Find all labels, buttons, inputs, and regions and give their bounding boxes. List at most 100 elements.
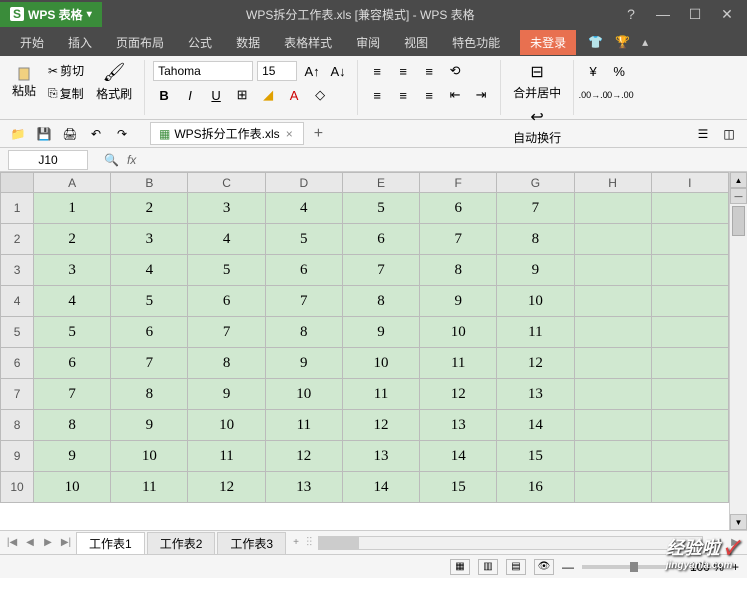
reading-view-button[interactable]: 👁 [534, 559, 554, 575]
cell[interactable] [574, 193, 651, 224]
horizontal-scrollbar[interactable] [318, 536, 703, 550]
cell[interactable]: 8 [265, 317, 342, 348]
sheet-tab-1[interactable]: 工作表1 [76, 532, 145, 554]
cell[interactable]: 9 [342, 317, 419, 348]
spreadsheet-grid[interactable]: A B C D E F G H I 1123456722345678334567… [0, 172, 729, 503]
cell[interactable]: 7 [497, 193, 574, 224]
cell[interactable] [574, 224, 651, 255]
row-header[interactable]: 9 [1, 441, 34, 472]
zoom-in-button[interactable]: + [732, 560, 739, 574]
last-sheet-button[interactable]: ▶| [58, 535, 74, 551]
cell[interactable] [651, 286, 728, 317]
login-button[interactable]: 未登录 [520, 30, 576, 55]
cell[interactable]: 8 [111, 379, 188, 410]
cell[interactable]: 9 [420, 286, 497, 317]
cell[interactable]: 11 [188, 441, 265, 472]
cell[interactable]: 7 [342, 255, 419, 286]
row-header[interactable]: 8 [1, 410, 34, 441]
fx-label[interactable]: fx [127, 153, 136, 167]
scroll-thumb[interactable] [732, 206, 745, 236]
print-button[interactable]: 🖨 [60, 124, 80, 144]
cell[interactable]: 7 [188, 317, 265, 348]
row-header[interactable]: 7 [1, 379, 34, 410]
bold-button[interactable]: B [153, 84, 175, 106]
cell[interactable]: 14 [497, 410, 574, 441]
zoom-level[interactable]: 100 % [690, 560, 724, 574]
cell[interactable]: 13 [342, 441, 419, 472]
menu-insert[interactable]: 插入 [56, 30, 104, 55]
scroll-down-button[interactable]: ▼ [730, 514, 747, 530]
col-header[interactable]: D [265, 173, 342, 193]
zoom-slider[interactable] [582, 565, 682, 569]
menu-features[interactable]: 特色功能 [440, 30, 512, 55]
cell[interactable] [574, 410, 651, 441]
normal-view-button[interactable]: ▦ [450, 559, 470, 575]
cell[interactable]: 13 [497, 379, 574, 410]
cell[interactable]: 13 [265, 472, 342, 503]
col-header[interactable]: I [651, 173, 728, 193]
fill-color-button[interactable]: ◢ [257, 84, 279, 106]
trophy-icon[interactable]: 🏆 [615, 35, 630, 49]
align-center-button[interactable]: ≡ [392, 84, 414, 106]
row-header[interactable]: 2 [1, 224, 34, 255]
search-icon[interactable]: 🔍 [104, 153, 119, 167]
align-top-button[interactable]: ≡ [366, 60, 388, 82]
maximize-button[interactable]: ☐ [683, 4, 707, 24]
cell[interactable] [574, 255, 651, 286]
menu-formulas[interactable]: 公式 [176, 30, 224, 55]
col-header[interactable]: C [188, 173, 265, 193]
row-header[interactable]: 10 [1, 472, 34, 503]
cell[interactable] [651, 348, 728, 379]
next-sheet-button[interactable]: ▶ [40, 535, 56, 551]
align-bottom-button[interactable]: ≡ [418, 60, 440, 82]
open-button[interactable]: 📁 [8, 124, 28, 144]
cell[interactable] [574, 286, 651, 317]
decrease-font-button[interactable]: A↓ [327, 60, 349, 82]
split-button[interactable]: — [730, 188, 747, 204]
font-size-select[interactable] [257, 61, 297, 81]
cell-reference-input[interactable] [8, 150, 88, 170]
cell[interactable] [651, 379, 728, 410]
cell[interactable]: 12 [188, 472, 265, 503]
cell[interactable]: 11 [265, 410, 342, 441]
zoom-handle[interactable] [630, 562, 638, 572]
cell[interactable]: 12 [342, 410, 419, 441]
cell[interactable]: 3 [188, 193, 265, 224]
save-button[interactable]: 💾 [34, 124, 54, 144]
cell[interactable]: 10 [420, 317, 497, 348]
cell[interactable]: 7 [420, 224, 497, 255]
align-middle-button[interactable]: ≡ [392, 60, 414, 82]
cell[interactable]: 13 [420, 410, 497, 441]
col-header[interactable]: G [497, 173, 574, 193]
drag-handle[interactable]: ⫶⫶ [306, 535, 312, 550]
select-all-corner[interactable] [1, 173, 34, 193]
cell[interactable]: 10 [265, 379, 342, 410]
cell[interactable]: 10 [497, 286, 574, 317]
decrease-decimal-button[interactable]: .0→.00 [608, 84, 630, 106]
add-sheet-button[interactable]: + [288, 535, 304, 551]
cell[interactable]: 7 [34, 379, 111, 410]
cell[interactable]: 3 [111, 224, 188, 255]
cell[interactable] [574, 379, 651, 410]
paste-button[interactable]: 粘贴 [8, 62, 40, 103]
cell[interactable] [651, 224, 728, 255]
cell[interactable]: 11 [420, 348, 497, 379]
menu-review[interactable]: 审阅 [344, 30, 392, 55]
cell[interactable]: 10 [111, 441, 188, 472]
align-right-button[interactable]: ≡ [418, 84, 440, 106]
row-header[interactable]: 3 [1, 255, 34, 286]
vertical-scrollbar[interactable]: ▲ — ▼ [729, 172, 747, 530]
cell[interactable]: 8 [188, 348, 265, 379]
page-break-button[interactable]: ▤ [506, 559, 526, 575]
cell[interactable]: 2 [34, 224, 111, 255]
underline-button[interactable]: U [205, 84, 227, 106]
cell[interactable]: 4 [265, 193, 342, 224]
align-left-button[interactable]: ≡ [366, 84, 388, 106]
list-icon[interactable]: ☰ [693, 124, 713, 144]
skin-icon[interactable]: 👕 [588, 35, 603, 49]
cell[interactable] [651, 193, 728, 224]
cell[interactable] [651, 472, 728, 503]
col-header[interactable]: E [342, 173, 419, 193]
cell[interactable] [574, 441, 651, 472]
menu-page-layout[interactable]: 页面布局 [104, 30, 176, 55]
